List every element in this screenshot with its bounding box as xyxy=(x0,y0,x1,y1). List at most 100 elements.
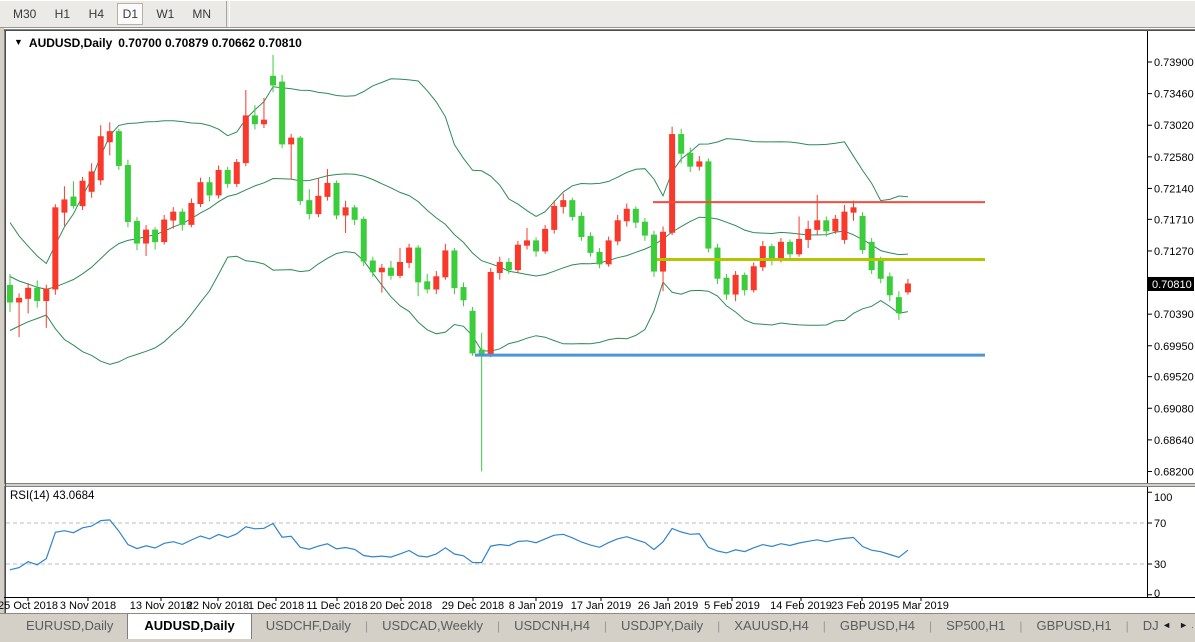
timeframe-button-d1[interactable]: D1 xyxy=(117,3,143,25)
candle xyxy=(788,242,793,253)
candle xyxy=(243,116,248,163)
candle xyxy=(851,208,856,212)
price-axis-label: 0.68200 xyxy=(1154,466,1194,478)
candle xyxy=(633,209,638,222)
candle xyxy=(98,137,103,180)
tab-scroll-left-icon[interactable]: ◄ xyxy=(1162,620,1171,630)
candle xyxy=(815,221,820,230)
price-axis-label: 0.71710 xyxy=(1154,214,1194,226)
timeframe-button-m30[interactable]: M30 xyxy=(8,3,41,25)
candle xyxy=(506,262,511,269)
price-axis-label: 0.72140 xyxy=(1154,183,1194,195)
candle xyxy=(343,208,348,215)
candle xyxy=(679,135,684,154)
candle xyxy=(107,132,112,142)
candle xyxy=(325,183,330,196)
candle xyxy=(797,239,802,253)
timeframe-button-w1[interactable]: W1 xyxy=(151,3,179,25)
tab-usdcnh-h4[interactable]: USDCNH,H4 xyxy=(500,614,604,638)
chart-canvas[interactable]: 0.739000.734600.730200.725800.721400.717… xyxy=(0,28,1195,613)
chart-window-title: ▼ AUDUSD,Daily 0.70700 0.70879 0.70662 0… xyxy=(14,36,302,50)
tab-scroll-right-icon[interactable]: ► xyxy=(1179,620,1188,630)
tab-usdchf-daily[interactable]: USDCHF,Daily xyxy=(252,614,365,638)
tab-sp500-h1[interactable]: SP500,H1 xyxy=(932,614,1019,638)
candle xyxy=(180,212,185,224)
candle xyxy=(189,204,194,225)
date-axis-label: 25 Oct 2018 xyxy=(0,600,58,612)
candle xyxy=(398,262,403,275)
date-axis-label: 8 Jan 2019 xyxy=(509,600,563,612)
candle xyxy=(760,247,765,267)
candle xyxy=(688,153,693,166)
candle xyxy=(806,229,811,239)
candle xyxy=(615,221,620,241)
candle xyxy=(588,237,593,253)
date-axis-label: 5 Feb 2019 xyxy=(704,600,760,612)
chart-symbol-label: AUDUSD,Daily xyxy=(29,36,112,50)
date-axis-label: 20 Dec 2018 xyxy=(370,600,432,612)
current-price-badge-label: 0.70810 xyxy=(1152,279,1192,291)
candle xyxy=(534,241,539,251)
candle xyxy=(316,196,321,213)
rsi-indicator-label: RSI(14) 43.0684 xyxy=(10,490,94,502)
date-axis-label: 14 Feb 2019 xyxy=(770,600,832,612)
candle xyxy=(515,245,520,269)
timeframe-button-mn[interactable]: MN xyxy=(187,3,216,25)
candle xyxy=(452,251,457,288)
candle xyxy=(62,200,67,212)
candle xyxy=(778,242,783,259)
symbol-dropdown-icon[interactable]: ▼ xyxy=(14,37,23,47)
tab-usdcad-weekly[interactable]: USDCAD,Weekly xyxy=(368,614,497,638)
candle xyxy=(570,201,575,217)
price-axis-label: 0.73900 xyxy=(1154,57,1194,69)
date-axis-label: 17 Jan 2019 xyxy=(571,600,632,612)
price-axis-label: 0.73460 xyxy=(1154,89,1194,101)
candle xyxy=(153,230,158,241)
tab-usdjpy-daily[interactable]: USDJPY,Daily xyxy=(607,614,717,638)
candle xyxy=(388,268,393,275)
timeframe-button-h1[interactable]: H1 xyxy=(49,3,75,25)
candle xyxy=(751,267,756,290)
candle xyxy=(352,208,357,219)
candle xyxy=(715,248,720,278)
chart-ohlc-values: 0.70700 0.70879 0.70662 0.70810 xyxy=(118,36,302,50)
candle xyxy=(742,275,747,289)
candle xyxy=(706,162,711,248)
price-axis-label: 0.73020 xyxy=(1154,120,1194,132)
tab-eurusd-daily[interactable]: EURUSD,Daily xyxy=(12,614,127,638)
tab-gbpusd-h4[interactable]: GBPUSD,H4 xyxy=(826,614,929,638)
candle xyxy=(733,275,738,294)
rsi-axis-label: 30 xyxy=(1154,559,1166,571)
candle xyxy=(307,201,312,214)
tab-gbpusd-h1[interactable]: GBPUSD,H1 xyxy=(1023,614,1126,638)
tab-audusd-daily[interactable]: AUDUSD,Daily xyxy=(127,613,251,639)
candle xyxy=(225,170,230,183)
candle xyxy=(44,289,49,300)
candle xyxy=(579,216,584,236)
candle xyxy=(878,261,883,278)
candle xyxy=(670,135,675,233)
date-axis-label: 11 Dec 2018 xyxy=(306,600,368,612)
candle xyxy=(53,208,58,289)
timeframe-toolbar: M30 H1 H4 D1 W1 MN xyxy=(0,0,1195,28)
candle xyxy=(298,138,303,200)
date-axis-label: 22 Nov 2018 xyxy=(187,600,249,612)
candle xyxy=(425,282,430,289)
tab-scroll-arrows: ◄ ► xyxy=(1158,618,1192,632)
price-axis-label: 0.71270 xyxy=(1154,246,1194,258)
candle xyxy=(8,285,13,302)
candle xyxy=(887,277,892,295)
candle xyxy=(280,82,285,144)
candle xyxy=(289,138,294,144)
toolbar-divider xyxy=(226,1,230,27)
candle xyxy=(661,232,666,271)
candle xyxy=(524,241,529,245)
date-axis-label: 1 Dec 2018 xyxy=(248,600,304,612)
candle xyxy=(642,222,647,235)
price-axis-label: 0.68640 xyxy=(1154,435,1194,447)
candle xyxy=(26,288,31,298)
timeframe-button-h4[interactable]: H4 xyxy=(83,3,109,25)
tab-xauusd-h4[interactable]: XAUUSD,H4 xyxy=(720,614,822,638)
candle xyxy=(71,197,76,206)
rsi-axis-label: 100 xyxy=(1154,492,1172,504)
